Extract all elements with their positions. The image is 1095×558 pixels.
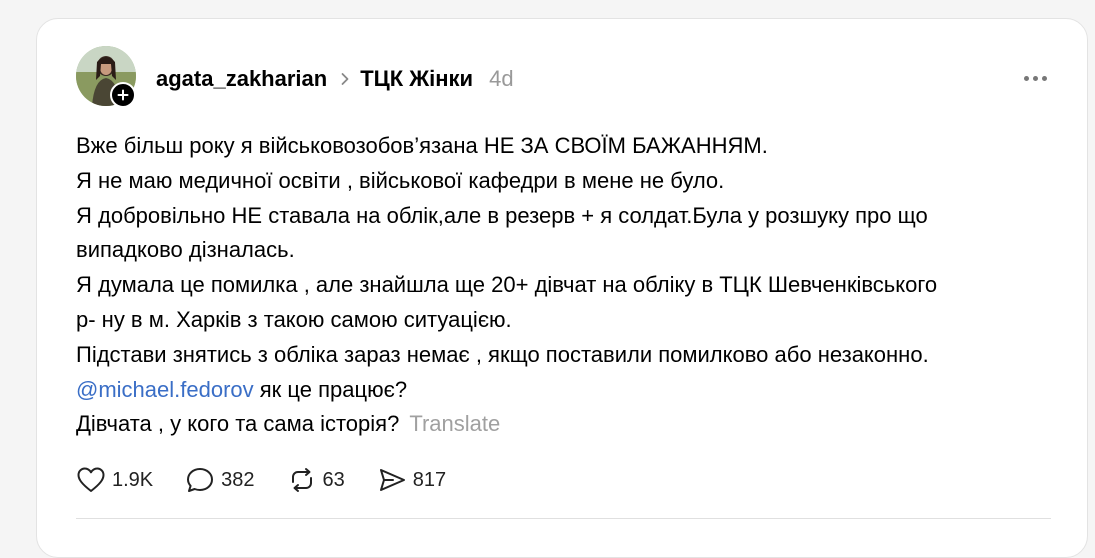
post-line: Я не маю медичної освіти , військової ка… xyxy=(76,167,725,193)
post-timestamp: 4d xyxy=(489,66,514,91)
post-body: Вже більш року я військовозобов’язана НЕ… xyxy=(76,129,1066,442)
follow-button[interactable] xyxy=(110,82,136,108)
post-line: Вже більш року я військовозобов’язана НЕ… xyxy=(76,133,768,158)
more-dots-icon[interactable] xyxy=(1024,70,1047,86)
chevron-right-icon xyxy=(340,72,350,86)
divider xyxy=(76,518,1051,519)
community-link[interactable]: ТЦК Жінки xyxy=(360,64,473,94)
action-bar: 1.9K 382 63 817 xyxy=(76,466,478,494)
post-line: Я добровільно НЕ ставала на облік,але в … xyxy=(76,202,928,228)
translate-link[interactable]: Translate xyxy=(409,411,500,436)
post-line-last: Дівчата , у кого та сама історія? Transla… xyxy=(76,407,1066,442)
mention-link[interactable]: @michael.fedorov xyxy=(76,377,254,402)
dot xyxy=(1024,75,1029,81)
repost-count: 63 xyxy=(322,468,345,491)
like-count: 1.9K xyxy=(112,468,154,491)
last-line-text: Дівчата , у кого та сама історія? xyxy=(76,411,400,437)
share-count: 817 xyxy=(412,468,447,491)
post-line: Я думала це помилка , але знайшла ще 20+… xyxy=(76,272,938,298)
post-line: р- ну в м. Харків з такою самою ситуаціє… xyxy=(76,306,512,332)
post-header: agata_zakharian ТЦК Жінки 4d xyxy=(156,64,514,94)
post-line: випадково дізналась. xyxy=(76,237,295,263)
reply-button[interactable]: 382 xyxy=(185,466,255,494)
repost-icon xyxy=(291,468,312,492)
post-line: Підстави знятись з обліка зараз немає , … xyxy=(76,341,929,367)
dot xyxy=(1033,75,1038,81)
comment-icon xyxy=(187,468,214,492)
author-username[interactable]: agata_zakharian xyxy=(156,64,327,94)
post-line-mention: @michael.fedorov як це працює? xyxy=(76,373,1066,408)
mention-suffix: як це працює? xyxy=(253,376,408,402)
repost-button[interactable]: 63 xyxy=(287,466,345,494)
send-icon xyxy=(379,469,405,491)
share-button[interactable]: 817 xyxy=(377,466,446,494)
like-button[interactable]: 1.9K xyxy=(76,466,153,494)
plus-icon xyxy=(117,89,129,101)
reply-count: 382 xyxy=(221,468,255,491)
heart-icon xyxy=(77,467,105,492)
dot xyxy=(1042,75,1047,81)
